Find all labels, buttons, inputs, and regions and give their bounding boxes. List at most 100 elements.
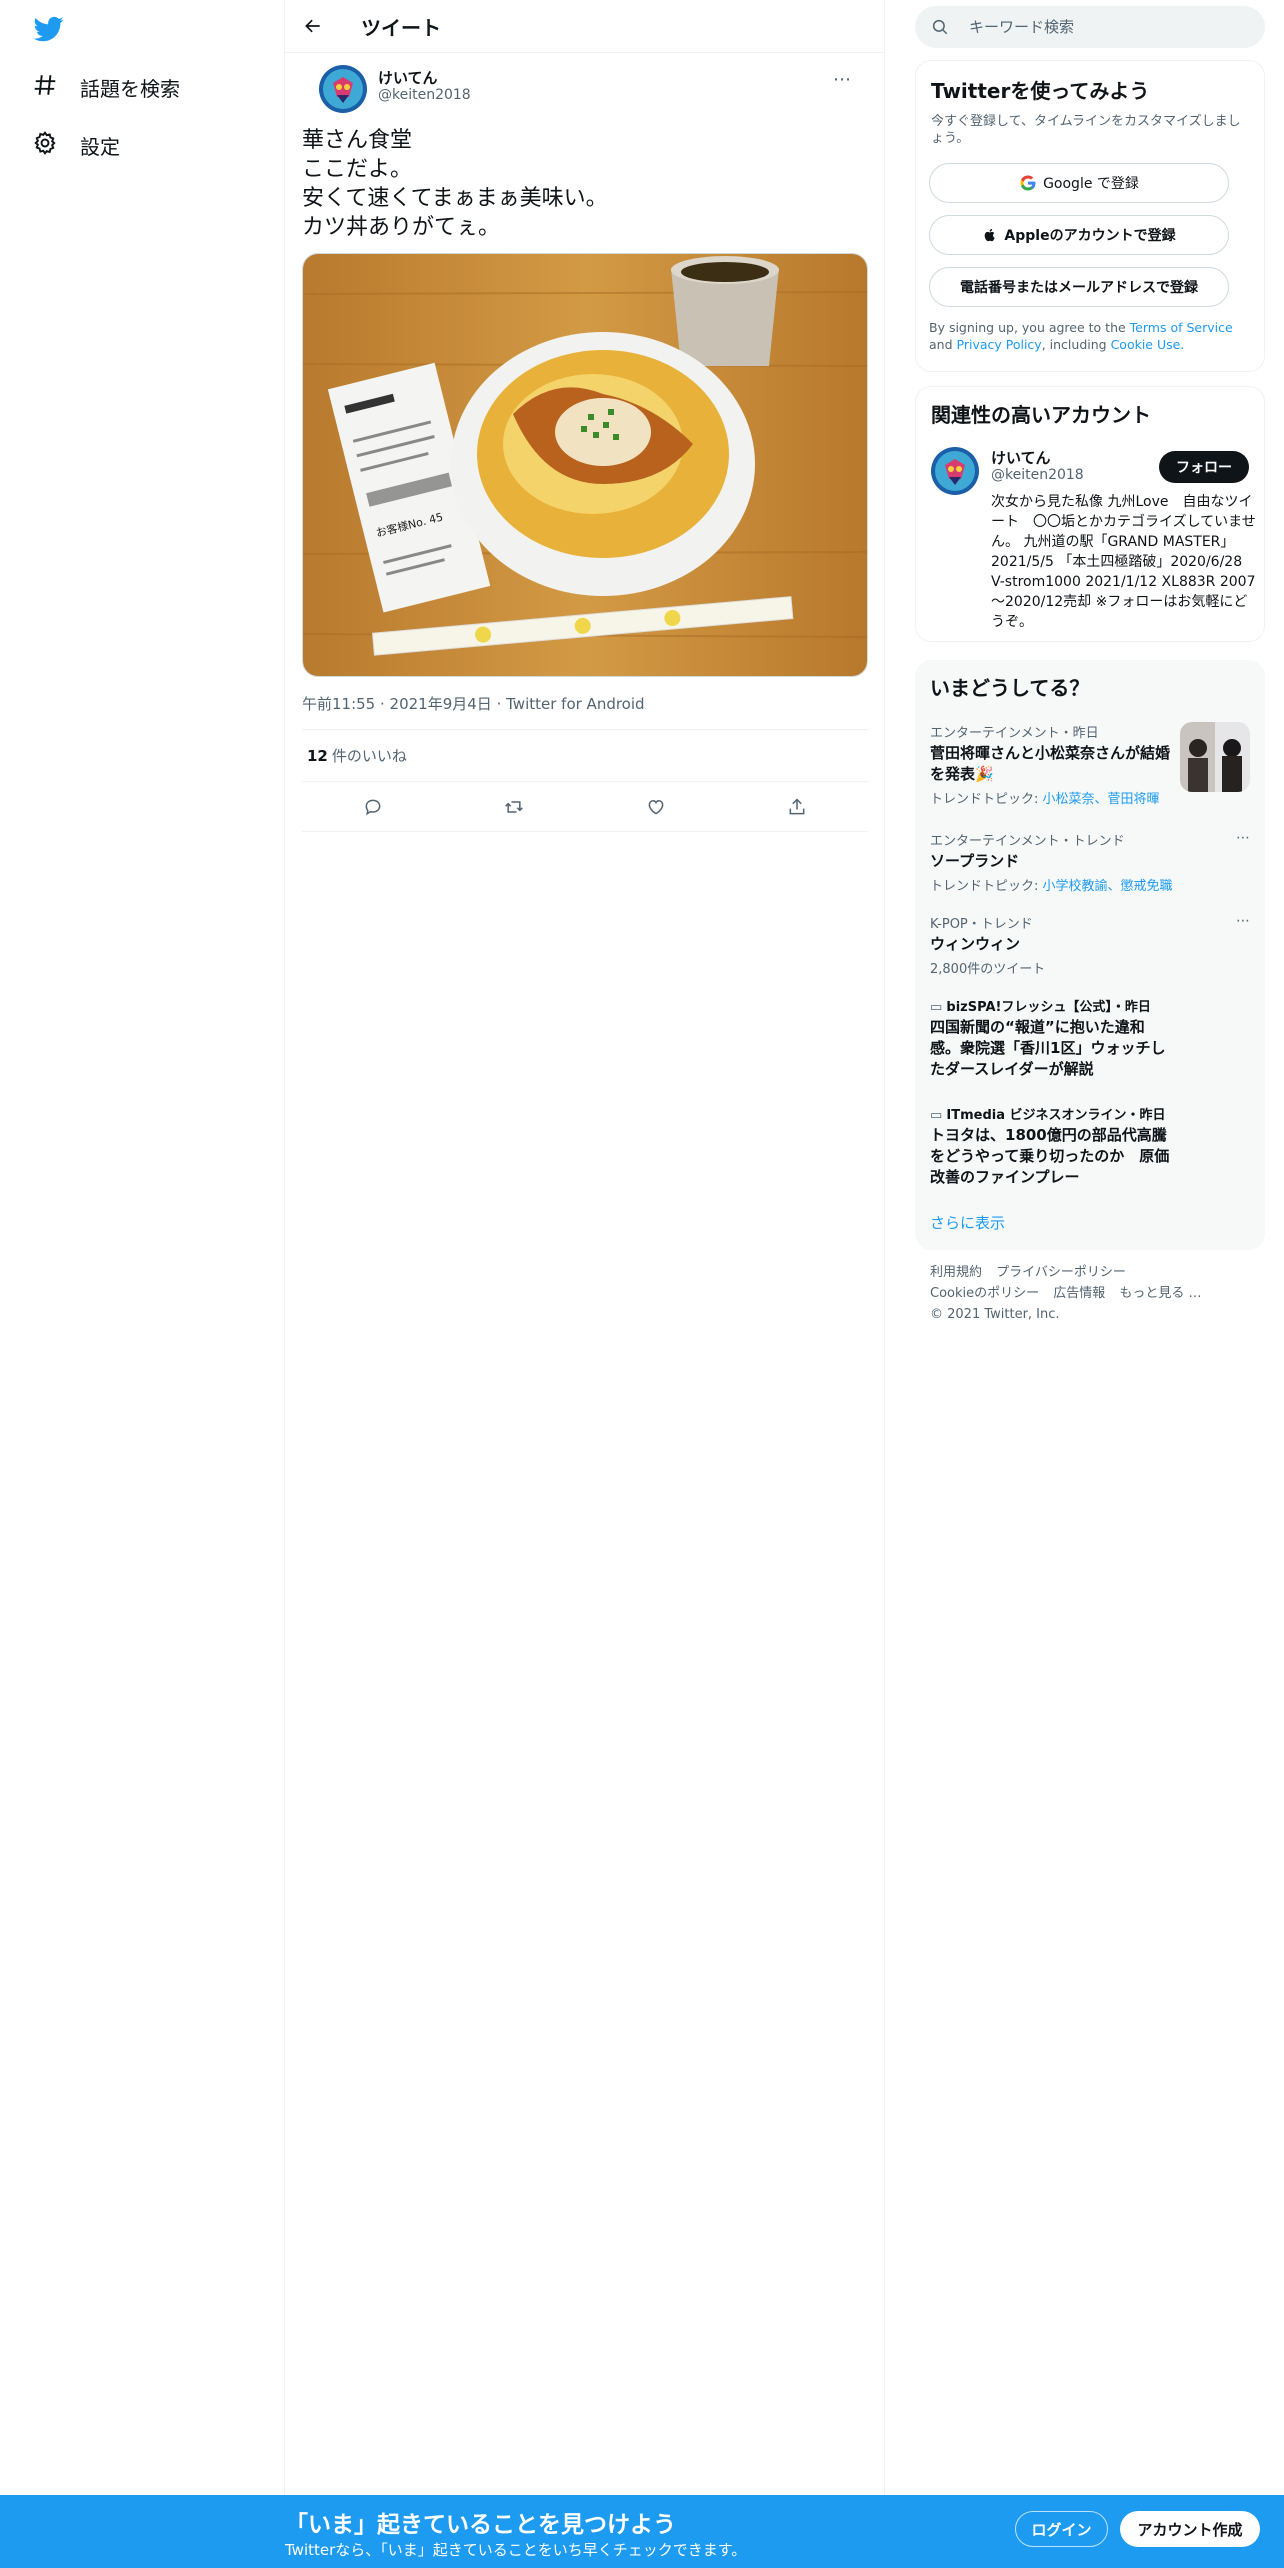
more-options-icon[interactable]: ⋯ — [1236, 913, 1250, 929]
related-avatar[interactable] — [931, 447, 979, 495]
trend-item[interactable]: エンターテインメント・トレンド ソープランド トレンドトピック: 小学校教諭、懲… — [930, 830, 1250, 894]
page-title: ツイート — [361, 15, 441, 40]
main-column: ツイート けいてん @keiten2018 ⋯ 華さん食堂 ここだよ。 安くて速… — [285, 0, 885, 2500]
apple-signup-button[interactable]: Appleのアカウントで登録 — [929, 215, 1229, 255]
publisher-logo-icon: ▭ — [930, 1108, 947, 1123]
likes-label: 件のいいね — [331, 747, 407, 765]
terms-prefix: By signing up, you agree to the — [929, 320, 1126, 335]
login-button[interactable]: ログイン — [1015, 2511, 1108, 2547]
trend-topic-prefix: トレンドトピック: — [930, 792, 1039, 807]
trend-name: トヨタは、1800億円の部品代高騰をどうやって乗り切ったのか 原価改善のファイン… — [930, 1126, 1170, 1186]
retweet-button[interactable] — [496, 789, 532, 825]
trend-topic: トレンドトピック: 小学校教諭、懲戒免職 — [930, 875, 1250, 894]
trend-context: エンターテインメント・トレンド — [930, 834, 1125, 849]
footer-link-privacy[interactable]: プライバシーポリシー — [996, 1265, 1126, 1280]
tweet-photo[interactable]: お客様No. 45 — [302, 253, 868, 677]
hashtag-icon — [32, 72, 58, 102]
tweet-text: 華さん食堂 ここだよ。 安くて速くてまぁまぁ美味い。 カツ丼ありがてぇ。 — [302, 128, 608, 240]
apple-icon — [982, 227, 998, 243]
trend-name: 四国新聞の“報道”に抱いた違和感。衆院選「香川1区」ウォッチしたダースレイダーが… — [930, 1018, 1166, 1078]
trend-name: ウィンウィン — [930, 935, 1021, 953]
trends-card: いまどうしてる？ エンターテインメント・昨日 菅田将暉さんと小松菜奈さんが結婚を… — [915, 660, 1265, 1250]
tweet-date[interactable]: 2021年9月4日 — [390, 695, 492, 713]
trend-thumbnail — [1180, 722, 1250, 792]
avatar[interactable] — [319, 65, 367, 113]
like-button[interactable] — [638, 789, 674, 825]
google-signup-label: Google で登録 — [1043, 176, 1139, 192]
heart-icon — [648, 799, 664, 815]
related-accounts-title: 関連性の高いアカウント — [931, 403, 1151, 427]
google-signup-button[interactable]: Google で登録 — [929, 163, 1229, 203]
nav-settings[interactable]: 設定 — [32, 125, 120, 165]
tweet-client[interactable]: Twitter for Android — [506, 695, 644, 713]
show-more-link[interactable]: さらに表示 — [930, 1212, 1005, 1233]
phone-email-signup-label: 電話番号またはメールアドレスで登録 — [960, 280, 1198, 296]
nav-settings-label: 設定 — [80, 134, 120, 159]
share-button[interactable] — [779, 789, 815, 825]
trend-topic-links[interactable]: 小学校教諭、懲戒免職 — [1043, 879, 1173, 894]
more-options-icon[interactable]: ⋯ — [833, 69, 851, 90]
trend-topic-prefix: トレンドトピック: — [930, 879, 1039, 894]
search-box[interactable] — [915, 6, 1265, 48]
retweet-icon — [505, 800, 524, 813]
trend-item[interactable]: ▭ ITmedia ビジネスオンライン・昨日 トヨタは、1800億円の部品代高騰… — [930, 1104, 1250, 1188]
nav-explore[interactable]: 話題を検索 — [32, 67, 180, 107]
likes-row[interactable]: 12 件のいいね — [302, 729, 868, 782]
trend-count: 2,800件のツイート — [930, 962, 1046, 977]
footer-links: 利用規約 プライバシーポリシー Cookieのポリシー 広告情報 もっと見る …… — [930, 1262, 1260, 1325]
trend-item[interactable]: エンターテインメント・昨日 菅田将暉さんと小松菜奈さんが結婚を発表🎉 トレンドト… — [930, 722, 1250, 807]
author-handle[interactable]: @keiten2018 — [378, 87, 471, 103]
related-name[interactable]: けいてん — [991, 447, 1051, 468]
trend-context: ▭ bizSPA!フレッシュ【公式】・昨日 — [930, 996, 1250, 1015]
nav-explore-label: 話題を検索 — [80, 76, 180, 101]
footer-link-cookie[interactable]: Cookieのポリシー — [930, 1286, 1039, 1301]
trend-name: ソープランド — [930, 852, 1020, 870]
tweet-meta: 午前11:55 · 2021年9月4日 · Twitter for Androi… — [302, 693, 868, 714]
page-header: ツイート — [285, 0, 884, 53]
google-icon — [1019, 174, 1037, 192]
signup-title: Twitterを使ってみよう — [931, 79, 1150, 103]
search-input[interactable] — [969, 18, 1249, 36]
footer-link-more[interactable]: もっと見る … — [1119, 1286, 1201, 1301]
trend-item[interactable]: ▭ bizSPA!フレッシュ【公式】・昨日 四国新聞の“報道”に抱いた違和感。衆… — [930, 996, 1250, 1080]
trend-publisher: ITmedia ビジネスオンライン・昨日 — [946, 1108, 1166, 1123]
trend-item[interactable]: K-POP・トレンド ウィンウィン 2,800件のツイート ⋯ — [930, 913, 1250, 977]
twitter-logo-icon[interactable] — [32, 14, 66, 44]
trend-publisher: bizSPA!フレッシュ【公式】・昨日 — [946, 1000, 1151, 1015]
banner-subtitle: Twitterなら、「いま」起きていることをいち早くチェックできます。 — [285, 2541, 747, 2559]
cookie-use-link[interactable]: Cookie Use. — [1111, 337, 1185, 352]
search-icon — [932, 19, 948, 35]
terms-of-service-link[interactable]: Terms of Service — [1130, 320, 1233, 335]
related-accounts-card: 関連性の高いアカウント けいてん @keiten2018 フォロー 次女から見た… — [915, 386, 1265, 642]
left-navigation: 話題を検索 設定 — [0, 0, 285, 2568]
publisher-logo-icon: ▭ — [930, 1000, 947, 1015]
footer-link-terms[interactable]: 利用規約 — [930, 1265, 982, 1280]
reply-button[interactable] — [355, 789, 391, 825]
apple-signup-label: Appleのアカウントで登録 — [1004, 228, 1176, 244]
banner-title: 「いま」起きていることを見つけよう — [285, 2512, 676, 2538]
terms-and: and — [929, 337, 953, 352]
related-handle[interactable]: @keiten2018 — [991, 467, 1084, 483]
gear-icon — [32, 130, 58, 160]
footer-link-ads[interactable]: 広告情報 — [1053, 1286, 1105, 1301]
meta-separator: · — [375, 695, 390, 713]
phone-email-signup-button[interactable]: 電話番号またはメールアドレスで登録 — [929, 267, 1229, 307]
tweet: けいてん @keiten2018 ⋯ 華さん食堂 ここだよ。 安くて速くてまぁま… — [285, 53, 885, 832]
terms-notice: By signing up, you agree to the Terms of… — [929, 319, 1254, 353]
signup-banner: 「いま」起きていることを見つけよう Twitterなら、「いま」起きていることを… — [0, 2495, 1284, 2568]
trend-name: 菅田将暉さんと小松菜奈さんが結婚を発表🎉 — [930, 744, 1171, 783]
reply-icon — [365, 799, 381, 815]
arrow-left-icon — [305, 19, 320, 33]
trend-context: K-POP・トレンド — [930, 917, 1033, 932]
trends-title: いまどうしてる？ — [930, 676, 1090, 700]
author-name[interactable]: けいてん — [378, 67, 438, 88]
tweet-time[interactable]: 午前11:55 — [302, 695, 375, 713]
create-account-button[interactable]: アカウント作成 — [1120, 2511, 1260, 2547]
back-button[interactable] — [295, 8, 331, 44]
trend-topic-links[interactable]: 小松菜奈、菅田将暉 — [1043, 792, 1160, 807]
likes-count: 12 — [307, 746, 328, 765]
privacy-policy-link[interactable]: Privacy Policy — [957, 337, 1042, 352]
follow-button[interactable]: フォロー — [1159, 451, 1249, 483]
more-options-icon[interactable]: ⋯ — [1236, 830, 1250, 846]
footer-copyright: © 2021 Twitter, Inc. — [930, 1307, 1060, 1322]
